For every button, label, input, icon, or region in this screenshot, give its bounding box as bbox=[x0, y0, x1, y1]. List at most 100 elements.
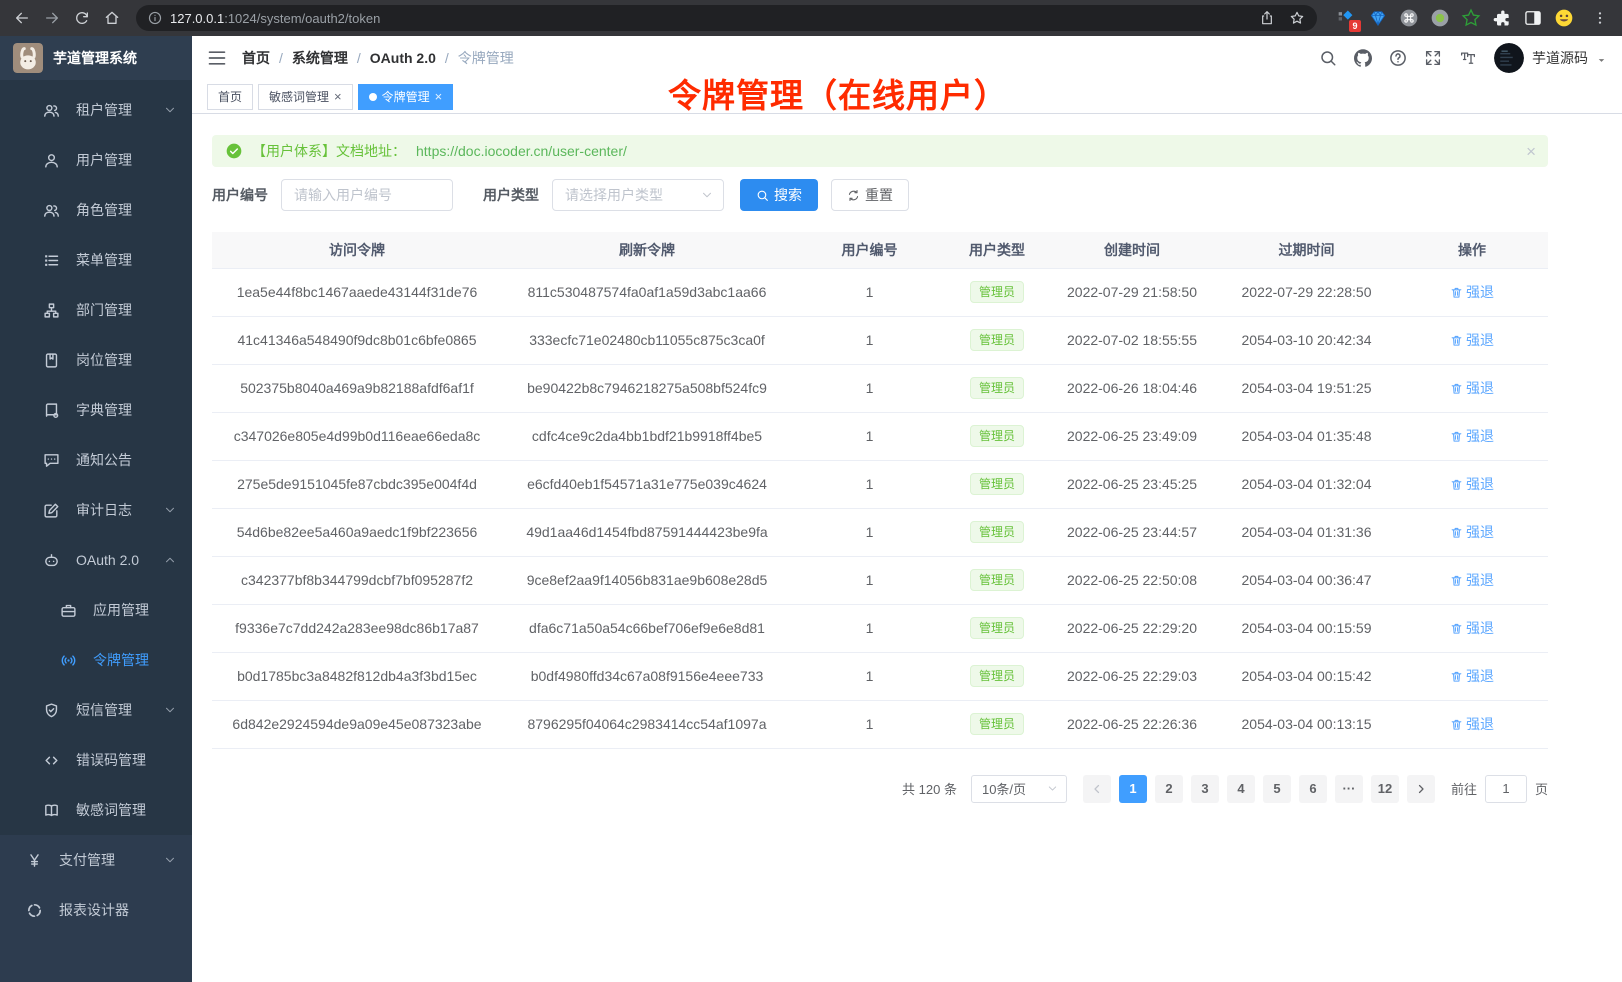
user-type-badge: 管理员 bbox=[970, 713, 1024, 735]
page-size-select[interactable]: 10条/页 bbox=[971, 775, 1067, 803]
user-type-select[interactable]: 请选择用户类型 bbox=[552, 179, 724, 211]
address-bar[interactable]: 127.0.0.1:1024/system/oauth2/token bbox=[136, 5, 1317, 31]
table-row: f9336e7c7dd242a283ee98dc86b17a87dfa6c71a… bbox=[212, 604, 1548, 652]
force-logout-button[interactable]: 强退 bbox=[1450, 618, 1494, 638]
user-menu[interactable]: 芋道源码 bbox=[1494, 43, 1607, 73]
sidebar-item-label: 报表设计器 bbox=[59, 900, 129, 920]
force-logout-button[interactable]: 强退 bbox=[1450, 474, 1494, 494]
trash-icon bbox=[1450, 574, 1463, 587]
sidebar-item-user-management[interactable]: 用户管理 bbox=[0, 135, 192, 185]
table-row: 54d6be82ee5a460a9aedc1f9bf22365649d1aa46… bbox=[212, 508, 1548, 556]
fullscreen-icon[interactable] bbox=[1424, 49, 1442, 67]
breadcrumb-item[interactable]: 系统管理 bbox=[292, 48, 348, 68]
user-type-badge: 管理员 bbox=[970, 281, 1024, 303]
force-logout-button[interactable]: 强退 bbox=[1450, 714, 1494, 734]
sidebar-item-menu-management[interactable]: 菜单管理 bbox=[0, 235, 192, 285]
puzzle-icon[interactable] bbox=[1492, 8, 1512, 28]
page-button-4[interactable]: 4 bbox=[1227, 775, 1255, 803]
sidebar-item-tenant-management[interactable]: 租户管理 bbox=[0, 85, 192, 135]
sidebar-item-oauth2[interactable]: OAuth 2.0 bbox=[0, 535, 192, 585]
sidebar-item-oauth2-token-management[interactable]: 令牌管理 bbox=[0, 635, 192, 685]
tab-token[interactable]: 令牌管理× bbox=[358, 84, 454, 110]
green-star-icon[interactable] bbox=[1461, 8, 1481, 28]
user-type-cell: 管理员 bbox=[947, 604, 1047, 652]
page-button-2[interactable]: 2 bbox=[1155, 775, 1183, 803]
page-button-12[interactable]: 12 bbox=[1371, 775, 1399, 803]
force-logout-button[interactable]: 强退 bbox=[1450, 522, 1494, 542]
sidebar-item-sensitive-word-management[interactable]: 敏感词管理 bbox=[0, 785, 192, 835]
tab-close-icon[interactable]: × bbox=[334, 90, 342, 103]
sidebar-item-label: 短信管理 bbox=[76, 700, 132, 720]
page-button-3[interactable]: 3 bbox=[1191, 775, 1219, 803]
search-button[interactable]: 搜索 bbox=[740, 179, 818, 211]
sidebar-item-dict-management[interactable]: 字典管理 bbox=[0, 385, 192, 435]
breadcrumb-item[interactable]: OAuth 2.0 bbox=[370, 50, 436, 66]
more-pages-button[interactable]: ··· bbox=[1335, 775, 1363, 803]
home-icon[interactable] bbox=[98, 4, 126, 32]
next-page-button[interactable] bbox=[1407, 775, 1435, 803]
alert-doc-link[interactable]: https://doc.iocoder.cn/user-center/ bbox=[416, 143, 627, 159]
site-info-icon[interactable] bbox=[148, 11, 162, 25]
bookmark-star-icon[interactable] bbox=[1289, 10, 1305, 26]
tab-close-icon[interactable]: × bbox=[435, 90, 443, 103]
force-logout-button[interactable]: 强退 bbox=[1450, 378, 1494, 398]
sidebar-item-errorcode-management[interactable]: 错误码管理 bbox=[0, 735, 192, 785]
password-manager-icon[interactable]: 9 bbox=[1337, 8, 1357, 28]
side-panel-icon[interactable] bbox=[1523, 8, 1543, 28]
force-logout-button[interactable]: 强退 bbox=[1450, 330, 1494, 350]
sidebar-item-oauth2-app-management[interactable]: 应用管理 bbox=[0, 585, 192, 635]
gem-icon[interactable] bbox=[1368, 8, 1388, 28]
force-logout-button[interactable]: 强退 bbox=[1450, 666, 1494, 686]
signal-icon bbox=[60, 652, 77, 669]
sidebar-item-role-management[interactable]: 角色管理 bbox=[0, 185, 192, 235]
sidebar-item-report-designer[interactable]: 报表设计器 bbox=[0, 885, 192, 935]
page-button-1[interactable]: 1 bbox=[1119, 775, 1147, 803]
force-logout-button[interactable]: 强退 bbox=[1450, 570, 1494, 590]
top-bar: 首页/系统管理/OAuth 2.0/令牌管理 芋道源码 bbox=[192, 36, 1622, 80]
back-icon[interactable] bbox=[8, 4, 36, 32]
sidebar-item-pay-management[interactable]: 支付管理 bbox=[0, 835, 192, 885]
sidebar-item-post-management[interactable]: 岗位管理 bbox=[0, 335, 192, 385]
force-logout-button[interactable]: 强退 bbox=[1450, 282, 1494, 302]
force-logout-label: 强退 bbox=[1466, 378, 1494, 398]
reload-icon[interactable] bbox=[68, 4, 96, 32]
table-row: 275e5de9151045fe87cbdc395e004f4de6cfd40e… bbox=[212, 460, 1548, 508]
prev-page-button[interactable] bbox=[1083, 775, 1111, 803]
alert-close-icon[interactable]: × bbox=[1526, 143, 1536, 160]
page-button-5[interactable]: 5 bbox=[1263, 775, 1291, 803]
refresh-token-cell: cdfc4ce9c2da4bb1bdf21b9918ff4be5 bbox=[502, 412, 792, 460]
emoji-icon[interactable] bbox=[1554, 8, 1574, 28]
command-circle-icon[interactable] bbox=[1399, 8, 1419, 28]
column-header: 用户类型 bbox=[947, 232, 1047, 268]
page-button-6[interactable]: 6 bbox=[1299, 775, 1327, 803]
tab-sensitive-word[interactable]: 敏感词管理× bbox=[258, 84, 353, 110]
force-logout-button[interactable]: 强退 bbox=[1450, 426, 1494, 446]
share-icon[interactable] bbox=[1259, 10, 1275, 26]
recorder-icon[interactable] bbox=[1430, 8, 1450, 28]
jump-page-input[interactable] bbox=[1485, 775, 1527, 803]
jump-suffix: 页 bbox=[1535, 779, 1548, 798]
user-id-input[interactable] bbox=[281, 179, 453, 211]
tab-home[interactable]: 首页 bbox=[207, 84, 253, 110]
font-size-icon[interactable] bbox=[1459, 49, 1477, 67]
reset-button[interactable]: 重置 bbox=[831, 179, 909, 211]
browser-menu-icon[interactable] bbox=[1586, 4, 1614, 32]
collapse-sidebar-icon[interactable] bbox=[207, 48, 227, 68]
access-token-cell: 275e5de9151045fe87cbdc395e004f4d bbox=[212, 460, 502, 508]
sidebar-item-dept-management[interactable]: 部门管理 bbox=[0, 285, 192, 335]
forward-icon[interactable] bbox=[38, 4, 66, 32]
sidebar-item-audit-log[interactable]: 审计日志 bbox=[0, 485, 192, 535]
user-type-badge: 管理员 bbox=[970, 425, 1024, 447]
user-id-cell: 1 bbox=[792, 412, 947, 460]
sidebar-item-sms-management[interactable]: 短信管理 bbox=[0, 685, 192, 735]
github-icon[interactable] bbox=[1354, 49, 1372, 67]
user-type-cell: 管理员 bbox=[947, 412, 1047, 460]
search-icon[interactable] bbox=[1319, 49, 1337, 67]
sidebar-item-notice-announcement[interactable]: 通知公告 bbox=[0, 435, 192, 485]
sidebar-item-label: 支付管理 bbox=[59, 850, 115, 870]
access-token-cell: c347026e805e4d99b0d116eae66eda8c bbox=[212, 412, 502, 460]
help-icon[interactable] bbox=[1389, 49, 1407, 67]
user-type-cell: 管理员 bbox=[947, 316, 1047, 364]
refresh-token-cell: e6cfd40eb1f54571a31e775e039c4624 bbox=[502, 460, 792, 508]
breadcrumb-item[interactable]: 首页 bbox=[242, 48, 270, 68]
